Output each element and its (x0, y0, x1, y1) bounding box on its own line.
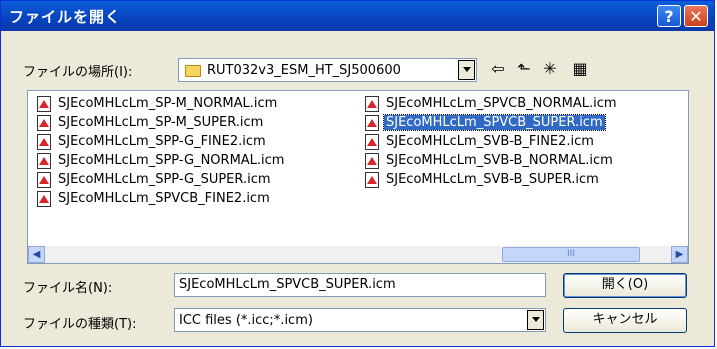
filename-input[interactable]: SJEcoMHLcLm_SPVCB_SUPER.icm (174, 273, 546, 297)
cancel-button[interactable]: キャンセル (563, 308, 687, 333)
icm-file-icon (365, 172, 379, 188)
icm-file-icon (37, 115, 51, 131)
filename-label: ファイル名(N): (23, 281, 113, 296)
chevron-down-icon[interactable] (527, 310, 544, 330)
window-title: ファイルを開く (9, 8, 122, 26)
scroll-right-button[interactable]: ▶ (671, 246, 688, 263)
icm-file-icon (365, 96, 379, 112)
new-folder-icon[interactable]: ✳ (539, 59, 561, 79)
file-list[interactable]: SJEcoMHLcLm_SP-M_NORMAL.icm SJEcoMHLcLm_… (27, 90, 689, 264)
filetype-value: ICC files (*.icc;*.icm) (179, 313, 313, 328)
icm-file-icon (37, 153, 51, 169)
filetype-label: ファイルの種類(T): (23, 317, 137, 332)
back-icon[interactable]: ⇦ (487, 59, 509, 79)
icm-file-icon (37, 191, 51, 207)
icm-file-icon (37, 134, 51, 150)
open-button[interactable]: 開く(O) (563, 273, 687, 298)
icm-file-icon (37, 172, 51, 188)
folder-icon (185, 65, 201, 77)
chevron-down-icon[interactable] (458, 60, 475, 80)
filetype-select[interactable]: ICC files (*.icc;*.icm) (174, 308, 546, 332)
icm-file-icon (37, 96, 51, 112)
icm-file-icon (365, 153, 379, 169)
horizontal-scrollbar[interactable]: ◀ III ▶ (28, 246, 688, 263)
open-file-dialog: ファイルを開く ? ✕ ファイルの場所(I): RUT032v3_ESM_HT_… (0, 0, 715, 347)
scroll-left-button[interactable]: ◀ (28, 246, 45, 263)
filename-value: SJEcoMHLcLm_SPVCB_SUPER.icm (179, 277, 396, 292)
view-menu-icon[interactable]: ▦ (569, 59, 591, 79)
title-bar[interactable]: ファイルを開く ? ✕ (1, 1, 714, 31)
location-select[interactable]: RUT032v3_ESM_HT_SJ500600 (178, 58, 477, 82)
icm-file-icon (365, 115, 379, 131)
scroll-thumb[interactable]: III (502, 247, 640, 262)
help-button[interactable]: ? (657, 5, 681, 27)
location-label: ファイルの場所(I): (23, 65, 133, 80)
close-button[interactable]: ✕ (684, 5, 708, 27)
icm-file-icon (365, 134, 379, 150)
up-folder-icon[interactable]: ⬑ (513, 59, 535, 79)
location-value: RUT032v3_ESM_HT_SJ500600 (207, 63, 401, 78)
